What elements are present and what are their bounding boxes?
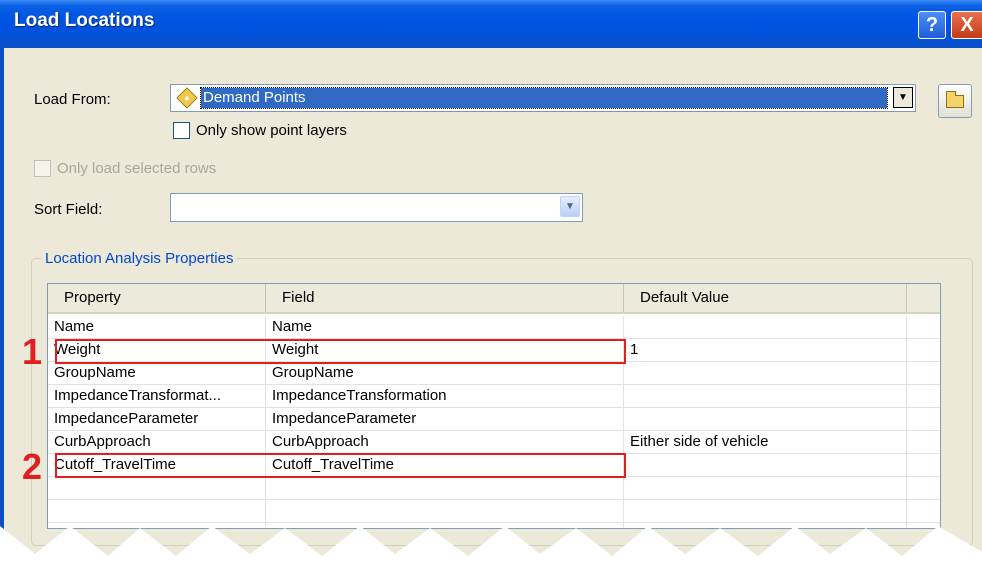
table-row[interactable]: GroupName GroupName bbox=[48, 362, 940, 385]
point-layer-icon bbox=[176, 87, 198, 109]
chevron-down-icon[interactable]: ▼ bbox=[893, 87, 913, 108]
cell-default[interactable] bbox=[624, 408, 907, 430]
chevron-down-icon[interactable]: ▼ bbox=[560, 196, 580, 217]
cell-empty[interactable] bbox=[48, 477, 266, 499]
only-show-point-layers-checkbox[interactable] bbox=[173, 122, 190, 139]
window-title: Load Locations bbox=[14, 10, 155, 31]
group-title: Location Analysis Properties bbox=[42, 250, 237, 267]
cell-property[interactable]: CurbApproach bbox=[48, 431, 266, 453]
properties-table: Property Field Default Value Name Name Wei… bbox=[47, 283, 941, 529]
only-load-selected-rows-checkbox[interactable] bbox=[34, 160, 51, 177]
load-from-value: Demand Points bbox=[200, 87, 888, 109]
cell-empty bbox=[907, 385, 940, 407]
sort-field-dropdown[interactable]: ▼ bbox=[170, 193, 583, 222]
cell-default[interactable]: 1 bbox=[624, 339, 907, 361]
table-row[interactable]: Name Name bbox=[48, 316, 940, 339]
highlight-box-weight bbox=[55, 339, 626, 364]
column-header-field[interactable]: Field bbox=[266, 284, 624, 312]
cell-default[interactable] bbox=[624, 454, 907, 476]
cell-empty bbox=[907, 339, 940, 361]
load-from-label: Load From: bbox=[34, 91, 111, 108]
cell-default[interactable] bbox=[624, 385, 907, 407]
cell-empty[interactable] bbox=[266, 477, 624, 499]
cell-property[interactable]: Name bbox=[48, 316, 266, 338]
only-load-selected-rows-label: Only load selected rows bbox=[57, 160, 217, 177]
cell-empty bbox=[907, 477, 940, 499]
table-row[interactable]: ImpedanceParameter ImpedanceParameter bbox=[48, 408, 940, 431]
cell-field[interactable]: ImpedanceTransformation bbox=[266, 385, 624, 407]
cell-field[interactable]: GroupName bbox=[266, 362, 624, 384]
cell-empty[interactable] bbox=[624, 477, 907, 499]
cell-field[interactable]: CurbApproach bbox=[266, 431, 624, 453]
cell-property[interactable]: ImpedanceTransformat... bbox=[48, 385, 266, 407]
open-folder-button[interactable] bbox=[938, 84, 972, 118]
annotation-marker-1: 1 bbox=[22, 331, 43, 372]
cell-empty bbox=[907, 408, 940, 430]
highlight-box-cutoff bbox=[55, 453, 626, 478]
column-header-default-value[interactable]: Default Value bbox=[624, 284, 907, 312]
cell-field[interactable]: ImpedanceParameter bbox=[266, 408, 624, 430]
load-from-dropdown[interactable]: Demand Points ▼ bbox=[170, 84, 916, 112]
torn-edge bbox=[0, 526, 982, 587]
annotation-marker-2: 2 bbox=[22, 446, 43, 487]
cell-empty bbox=[907, 454, 940, 476]
title-bar: Load Locations ? X bbox=[0, 0, 982, 48]
cell-field[interactable]: Name bbox=[266, 316, 624, 338]
table-header: Property Field Default Value bbox=[48, 284, 940, 314]
cell-default[interactable]: Either side of vehicle bbox=[624, 431, 907, 453]
sort-field-label: Sort Field: bbox=[34, 201, 103, 218]
cell-empty bbox=[907, 362, 940, 384]
close-button[interactable]: X bbox=[951, 11, 982, 39]
column-header-property[interactable]: Property bbox=[48, 284, 266, 312]
cell-default[interactable] bbox=[624, 316, 907, 338]
cell-property[interactable]: GroupName bbox=[48, 362, 266, 384]
folder-icon bbox=[946, 91, 964, 108]
help-button[interactable]: ? bbox=[918, 11, 946, 39]
cell-empty bbox=[907, 431, 940, 453]
cell-empty bbox=[907, 316, 940, 338]
cell-property[interactable]: ImpedanceParameter bbox=[48, 408, 266, 430]
table-row[interactable]: ImpedanceTransformat... ImpedanceTransfor… bbox=[48, 385, 940, 408]
table-row[interactable]: CurbApproach CurbApproach Either side of v… bbox=[48, 431, 940, 454]
table-row[interactable] bbox=[48, 477, 940, 500]
cell-default[interactable] bbox=[624, 362, 907, 384]
only-show-point-layers-label: Only show point layers bbox=[196, 122, 347, 139]
